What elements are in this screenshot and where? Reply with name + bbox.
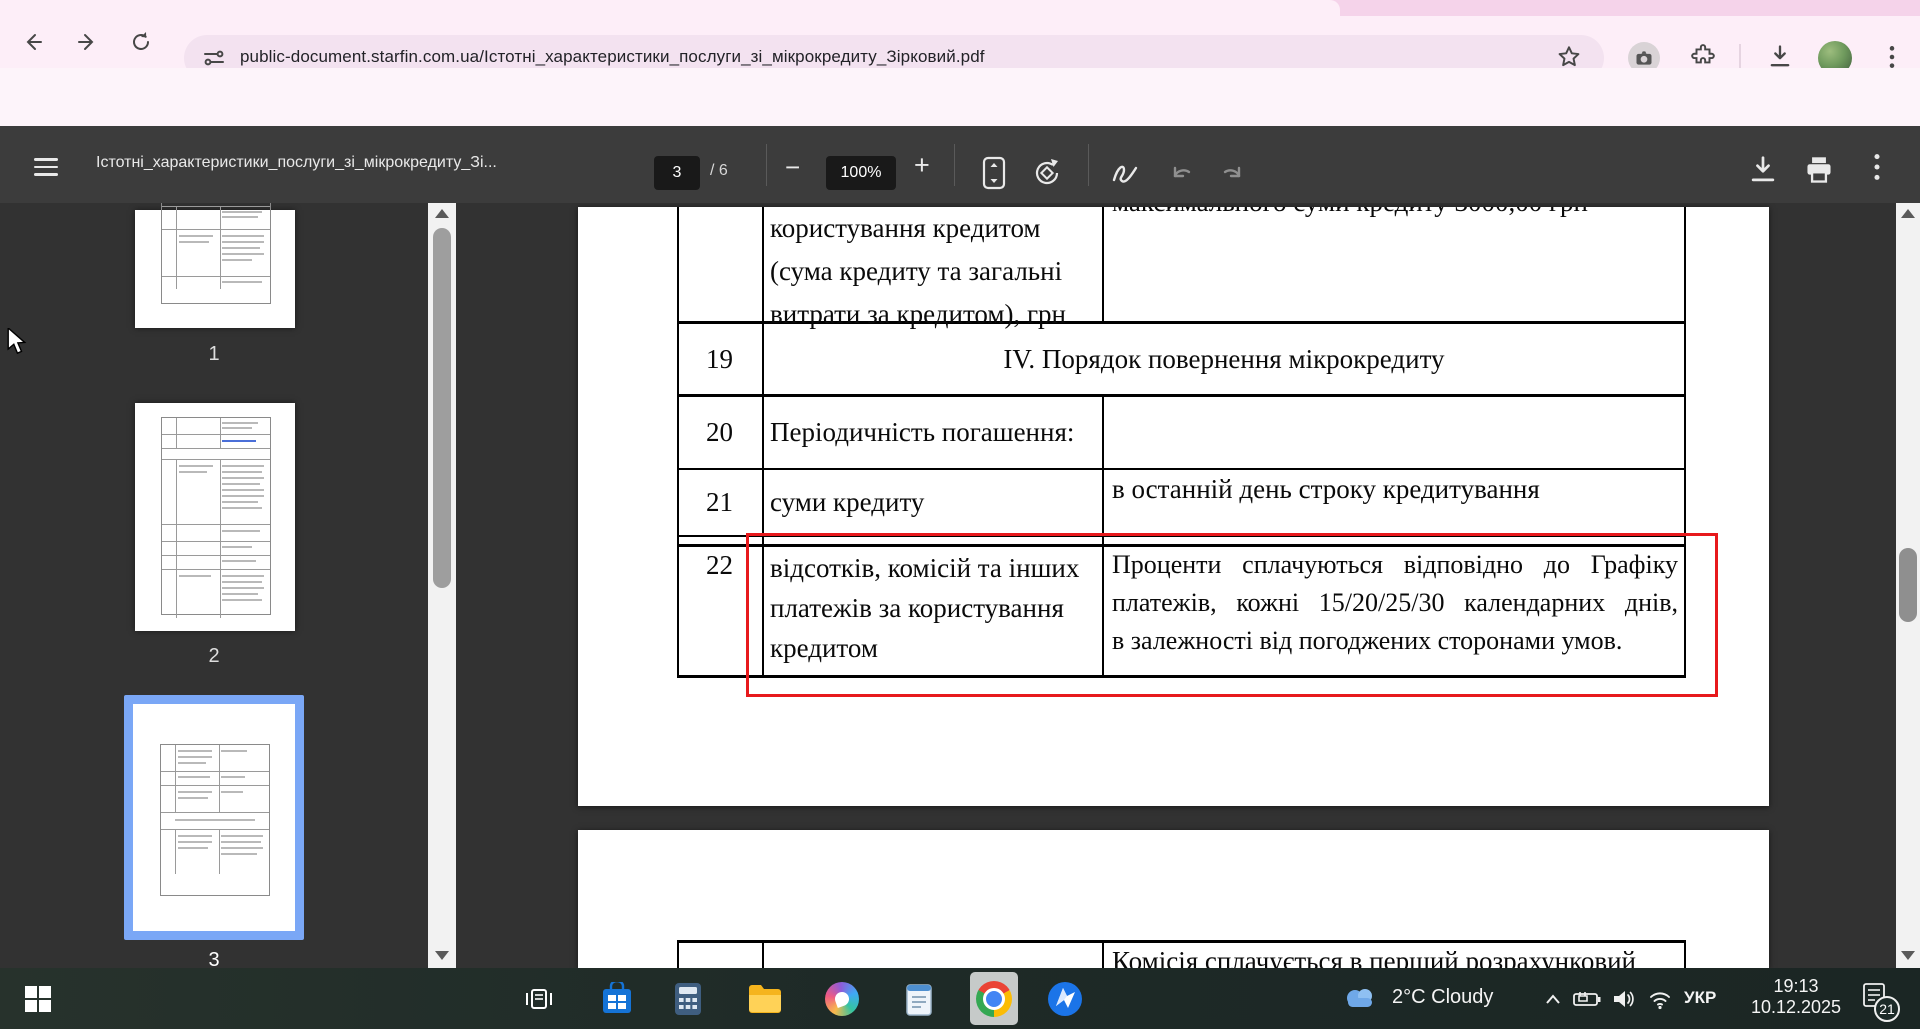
screen: public-document.starfin.com.ua/Істотні_х… xyxy=(0,0,1920,1029)
action-center-icon[interactable]: 21 xyxy=(1862,982,1900,1022)
back-button[interactable] xyxy=(16,26,50,58)
thumbnail-label-3[interactable]: 3 xyxy=(124,949,304,968)
table-row-18-left-cell: користування кредитом (сума кредиту та з… xyxy=(770,213,1066,329)
rotate-icon[interactable] xyxy=(1030,156,1064,195)
volume-icon[interactable] xyxy=(1610,985,1638,1013)
main-scroll-up-arrow[interactable] xyxy=(1901,209,1915,218)
mouse-cursor xyxy=(6,326,30,361)
calculator-icon[interactable] xyxy=(669,981,707,1017)
active-tab[interactable] xyxy=(0,0,1340,16)
row-19-number: 19 xyxy=(706,343,733,374)
redo-icon[interactable] xyxy=(1218,158,1248,193)
weather-text[interactable]: 2°C Cloudy xyxy=(1392,986,1493,1009)
row-21-left-cell: суми кредиту xyxy=(770,487,925,517)
sidebar-scroll-down-arrow[interactable] xyxy=(435,951,449,960)
tray-time: 19:13 xyxy=(1773,976,1819,996)
taskbar: Поиск xyxy=(0,968,1920,1029)
main-scroll-thumb[interactable] xyxy=(1899,548,1917,622)
copilot-app-icon[interactable] xyxy=(823,981,861,1017)
url-text[interactable]: public-document.starfin.com.ua/Істотні_х… xyxy=(240,47,985,67)
language-indicator[interactable]: УКР xyxy=(1684,988,1716,1008)
notification-badge: 21 xyxy=(1879,1001,1895,1017)
page-total: / 6 xyxy=(710,162,728,179)
notepad-icon[interactable] xyxy=(900,981,938,1017)
pdf-download-icon[interactable] xyxy=(1748,154,1778,191)
bookmarks-bar: Новини Відгуки Коментарі ВА Блоги Завдан… xyxy=(0,68,1920,184)
table-row-18-right-cell-clipped: максимального суми кредиту 3000,00 грн xyxy=(1112,207,1672,218)
sidebar-scrollbar[interactable] xyxy=(428,203,456,968)
pdf-separator-1 xyxy=(766,144,767,186)
thumbnail-page-3[interactable] xyxy=(133,704,295,931)
file-explorer-icon[interactable] xyxy=(746,981,784,1017)
thumbnail-label-2[interactable]: 2 xyxy=(124,645,304,668)
task-view-icon[interactable] xyxy=(520,982,558,1016)
weather-cloud-icon[interactable] xyxy=(1340,982,1380,1014)
red-highlight-box xyxy=(746,533,1718,697)
page-number-input[interactable]: 3 xyxy=(654,156,700,190)
pdf-title: Істотні_характеристики_послуги_зі_мікрок… xyxy=(96,154,497,171)
forward-button[interactable] xyxy=(70,26,104,58)
zoom-in-button[interactable]: + xyxy=(914,150,930,181)
row-19-section-title: IV. Порядок повернення мікрокредиту xyxy=(1003,343,1445,374)
pdf-separator-2 xyxy=(954,144,955,186)
sidebar-scroll-thumb[interactable] xyxy=(433,228,451,588)
next-row-right-cell: Комісія сплачується в перший розрахунков… xyxy=(1112,946,1636,968)
undo-icon[interactable] xyxy=(1166,158,1196,193)
main-scroll-down-arrow[interactable] xyxy=(1901,951,1915,960)
row-20-left-cell: Періодичність погашення: xyxy=(770,417,1075,447)
pdf-page-3: користування кредитом (сума кредиту та з… xyxy=(578,207,1769,806)
reload-button[interactable] xyxy=(124,26,158,58)
address-bar: public-document.starfin.com.ua/Істотні_х… xyxy=(0,16,1920,81)
row-21-right-cell: в останній день строку кредитування xyxy=(1112,474,1540,504)
row-21-number: 21 xyxy=(706,487,733,517)
pdf-menu-icon[interactable] xyxy=(34,153,58,181)
zoom-level-input[interactable]: 100% xyxy=(826,156,896,190)
battery-icon[interactable] xyxy=(1572,986,1602,1012)
pdf-more-icon[interactable] xyxy=(1868,152,1886,187)
annotate-pen-icon[interactable] xyxy=(1108,156,1142,195)
row-20-number: 20 xyxy=(706,417,733,447)
tray-chevron-icon[interactable] xyxy=(1540,986,1566,1012)
tray-date: 10.12.2025 xyxy=(1750,997,1842,1017)
tray-clock[interactable]: 19:13 10.12.2025 xyxy=(1741,976,1851,1018)
messenger-taskbar-icon[interactable] xyxy=(1044,980,1086,1018)
thumbnail-page-2[interactable] xyxy=(135,403,295,631)
microsoft-store-icon[interactable] xyxy=(598,981,636,1017)
pdf-viewer: 1 2 3 користування кредитом (сума кредит… xyxy=(0,203,1920,968)
pdf-print-icon[interactable] xyxy=(1804,154,1834,191)
pdf-separator-3 xyxy=(1088,144,1089,186)
network-icon[interactable] xyxy=(1646,985,1674,1013)
chrome-taskbar-icon[interactable] xyxy=(970,980,1018,1018)
thumbnail-label-1[interactable]: 1 xyxy=(124,343,304,366)
tab-strip xyxy=(0,0,1920,16)
main-scrollbar[interactable] xyxy=(1896,203,1920,968)
start-button[interactable] xyxy=(14,968,62,1029)
zoom-out-button[interactable]: − xyxy=(785,152,800,183)
pdf-toolbar: Істотні_характеристики_послуги_зі_мікрок… xyxy=(0,126,1920,203)
pdf-page-4-fragment: Комісія сплачується в перший розрахунков… xyxy=(578,830,1769,968)
fit-page-icon[interactable] xyxy=(980,156,1008,195)
sidebar-scroll-up-arrow[interactable] xyxy=(435,209,449,218)
thumbnail-page-1[interactable] xyxy=(135,203,295,328)
